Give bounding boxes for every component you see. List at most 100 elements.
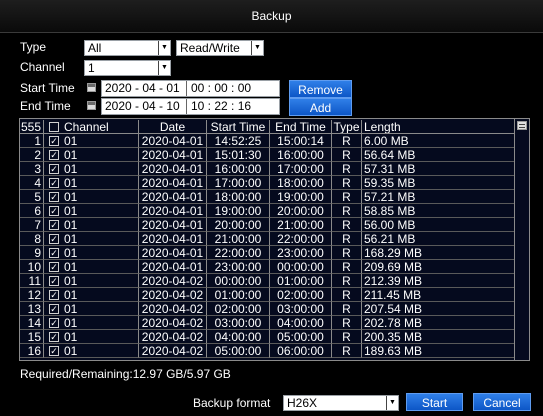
row-date: 2020-04-01 [139,176,207,190]
row-checkbox[interactable]: ✓ [49,220,59,230]
channel-select[interactable]: 1 ▼ [84,60,171,76]
row-type: R [332,232,362,246]
row-checkbox[interactable]: ✓ [49,150,59,160]
start-button[interactable]: Start [406,393,463,411]
table-row[interactable]: 14 ✓ 01 2020-04-02 03:00:00 04:00:00 R 202.78 M… [20,316,515,330]
table-row[interactable]: 4 ✓ 01 2020-04-01 17:00:00 18:00:00 R 59.35 MB [20,176,515,190]
table-row[interactable]: 6 ✓ 01 2020-04-01 19:00:00 20:00:00 R 58.85 MB [20,204,515,218]
row-checkbox[interactable]: ✓ [49,248,59,258]
chevron-down-icon: ▼ [386,396,398,410]
row-checkbox[interactable]: ✓ [49,136,59,146]
row-checkbox[interactable]: ✓ [49,192,59,202]
row-start-time: 19:00:00 [207,204,270,218]
row-channel: ✓ 01 [44,148,139,162]
calendar-icon[interactable] [87,83,96,92]
row-checkbox[interactable]: ✓ [49,206,59,216]
row-length: 212.39 MB [362,274,515,288]
start-time-value[interactable]: 00 : 00 : 00 [191,81,251,96]
row-channel-value: 01 [64,260,78,274]
row-channel-value: 01 [64,204,78,218]
row-channel-value: 01 [64,176,78,190]
row-number: 2 [20,148,44,162]
row-start-time: 23:00:00 [207,260,270,274]
backup-format-value: H26X [287,396,318,410]
table-row[interactable]: 11 ✓ 01 2020-04-02 00:00:00 01:00:00 R 212.39 M… [20,274,515,288]
remove-button[interactable]: Remove [289,80,352,98]
table-row[interactable]: 13 ✓ 01 2020-04-02 02:00:00 03:00:00 R 207.54 M… [20,302,515,316]
row-end-time: 18:00:00 [270,176,332,190]
row-end-time: 05:00:00 [270,330,332,344]
channel-label: Channel [20,60,65,74]
row-checkbox[interactable]: ✓ [49,178,59,188]
type-select-value: All [88,41,102,55]
row-start-time: 22:00:00 [207,246,270,260]
row-end-time: 19:00:00 [270,190,332,204]
column-header-start-time[interactable]: Start Time [207,120,270,134]
type-select[interactable]: All ▼ [84,40,171,56]
row-start-time: 18:00:00 [207,190,270,204]
row-length: 168.29 MB [362,246,515,260]
table-row[interactable]: 3 ✓ 01 2020-04-01 16:00:00 17:00:00 R 57.31 MB [20,162,515,176]
column-header-date[interactable]: Date [139,120,207,134]
row-end-time: 04:00:00 [270,316,332,330]
mode-select[interactable]: Read/Write ▼ [176,40,264,56]
chevron-down-icon: ▼ [158,61,170,75]
backup-format-select[interactable]: H26X ▼ [283,395,399,411]
list-menu-icon[interactable] [517,121,527,130]
row-checkbox[interactable]: ✓ [49,290,59,300]
cancel-button[interactable]: Cancel [473,393,531,411]
row-checkbox[interactable]: ✓ [49,346,59,356]
row-date: 2020-04-01 [139,190,207,204]
start-date-value[interactable]: 2020 - 04 - 01 [105,81,180,95]
table-row[interactable]: 16 ✓ 01 2020-04-02 05:00:00 06:00:00 R 189.63 M… [20,344,515,358]
end-datetime-field[interactable]: 2020 - 04 - 10 10 : 22 : 16 [101,98,280,115]
table-row[interactable]: 1 ✓ 01 2020-04-01 14:52:25 15:00:14 R 6.00 MB [20,134,515,148]
row-type: R [332,288,362,302]
row-channel-value: 01 [64,274,78,288]
column-header-length[interactable]: Length [362,120,515,134]
row-start-time: 01:00:00 [207,288,270,302]
table-scrollbar[interactable] [514,119,529,360]
row-checkbox[interactable]: ✓ [49,276,59,286]
row-number: 3 [20,162,44,176]
recordings-table: 555 Channel Date Start Time End Time Typ… [19,118,530,361]
calendar-icon[interactable] [87,101,96,110]
table-row[interactable]: 9 ✓ 01 2020-04-01 22:00:00 23:00:00 R 168.29 MB [20,246,515,260]
row-length: 6.00 MB [362,134,515,148]
table-row[interactable]: 12 ✓ 01 2020-04-02 01:00:00 02:00:00 R 211.45 M… [20,288,515,302]
table-row[interactable]: 8 ✓ 01 2020-04-01 21:00:00 22:00:00 R 56.21 MB [20,232,515,246]
row-channel-value: 01 [64,330,78,344]
column-header-type[interactable]: Type [332,120,362,134]
row-checkbox[interactable]: ✓ [49,318,59,328]
row-number: 12 [20,288,44,302]
row-checkbox[interactable]: ✓ [49,234,59,244]
table-row[interactable]: 10 ✓ 01 2020-04-01 23:00:00 00:00:00 R 209.69 M… [20,260,515,274]
table-row[interactable]: 5 ✓ 01 2020-04-01 18:00:00 19:00:00 R 57.21 MB [20,190,515,204]
row-type: R [332,330,362,344]
table-row[interactable]: 7 ✓ 01 2020-04-01 20:00:00 21:00:00 R 56.00 MB [20,218,515,232]
type-label: Type [20,40,47,54]
end-date-value[interactable]: 2020 - 04 - 10 [105,99,180,113]
select-all-checkbox[interactable] [49,122,59,132]
row-length: 56.64 MB [362,148,515,162]
row-channel-value: 01 [64,190,78,204]
column-header-channel-label: Channel [64,120,109,134]
row-number: 9 [20,246,44,260]
row-checkbox[interactable]: ✓ [49,304,59,314]
column-header-channel[interactable]: Channel [44,120,139,134]
table-row[interactable]: 15 ✓ 01 2020-04-02 04:00:00 05:00:00 R 200.35 M… [20,330,515,344]
backup-format-label: Backup format [193,396,271,410]
row-channel: ✓ 01 [44,176,139,190]
table-row[interactable]: 2 ✓ 01 2020-04-01 15:01:30 16:00:00 R 56.64 MB [20,148,515,162]
start-datetime-field[interactable]: 2020 - 04 - 01 00 : 00 : 00 [101,80,280,97]
row-number: 5 [20,190,44,204]
row-type: R [332,134,362,148]
end-time-value[interactable]: 10 : 22 : 16 [191,99,251,114]
row-date: 2020-04-02 [139,316,207,330]
row-checkbox[interactable]: ✓ [49,262,59,272]
row-checkbox[interactable]: ✓ [49,332,59,342]
row-length: 202.78 MB [362,316,515,330]
add-button[interactable]: Add [289,98,352,116]
row-checkbox[interactable]: ✓ [49,164,59,174]
column-header-end-time[interactable]: End Time [270,120,332,134]
